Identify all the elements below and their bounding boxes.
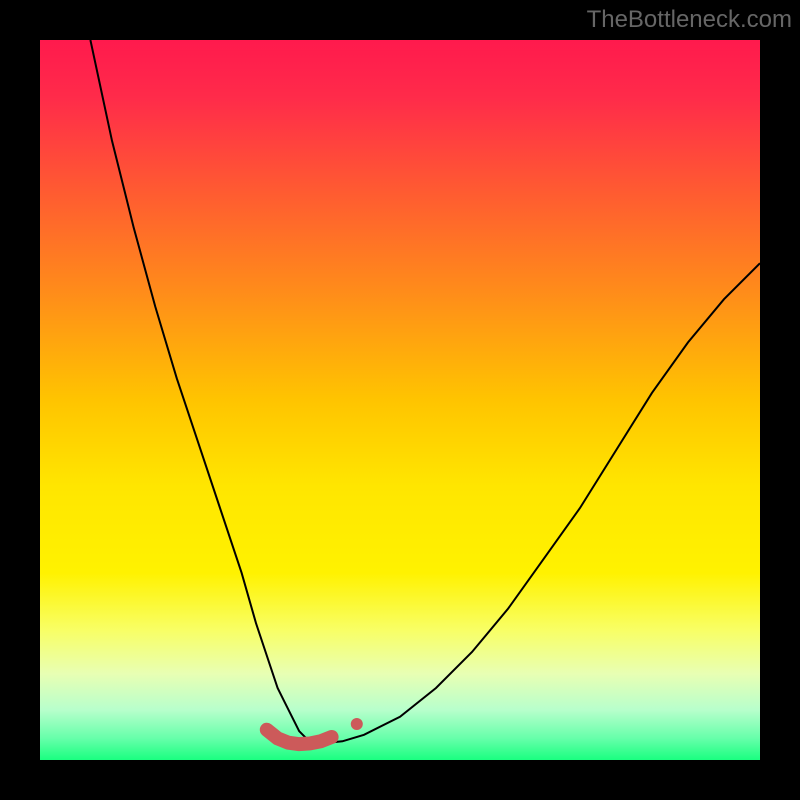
- chart-frame: TheBottleneck.com: [0, 0, 800, 800]
- watermark-text: TheBottleneck.com: [587, 6, 792, 34]
- highlighted-isolated-marker: [351, 718, 363, 730]
- bottleneck-curve: [90, 40, 760, 743]
- plot-area: [40, 40, 760, 760]
- curve-layer: [40, 40, 760, 760]
